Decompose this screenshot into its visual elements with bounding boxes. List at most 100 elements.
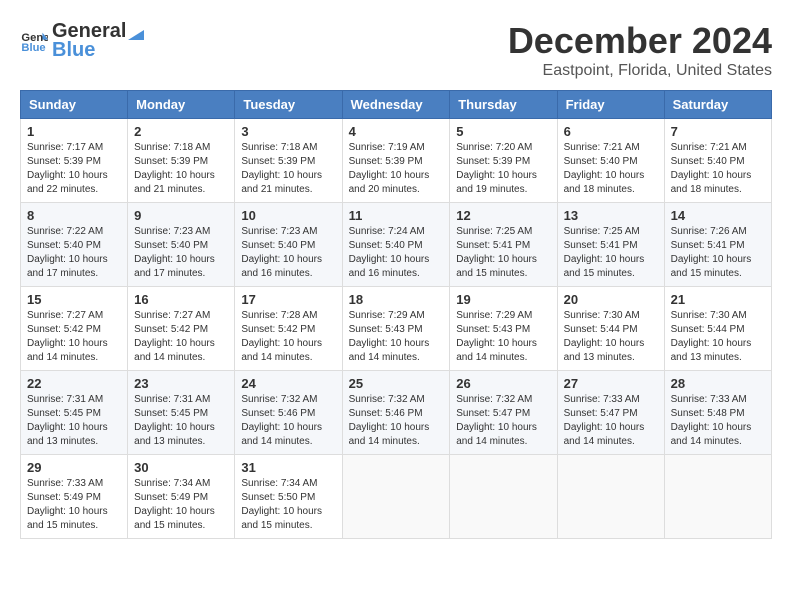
sunset-label: Sunset: 5:40 PM <box>671 156 745 167</box>
logo-triangle-icon <box>126 22 146 42</box>
calendar-cell: 1 Sunrise: 7:17 AM Sunset: 5:39 PM Dayli… <box>21 119 128 203</box>
calendar-cell: 22 Sunrise: 7:31 AM Sunset: 5:45 PM Dayl… <box>21 371 128 455</box>
sunrise-label: Sunrise: 7:23 AM <box>134 226 210 237</box>
calendar-cell: 5 Sunrise: 7:20 AM Sunset: 5:39 PM Dayli… <box>450 119 557 203</box>
daylight-label: Daylight: 10 hours and 14 minutes. <box>349 338 430 363</box>
daylight-label: Daylight: 10 hours and 14 minutes. <box>671 422 752 447</box>
sunrise-label: Sunrise: 7:29 AM <box>349 310 425 321</box>
day-info: Sunrise: 7:31 AM Sunset: 5:45 PM Dayligh… <box>134 393 228 449</box>
sunset-label: Sunset: 5:41 PM <box>564 240 638 251</box>
sunrise-label: Sunrise: 7:27 AM <box>134 310 210 321</box>
day-info: Sunrise: 7:25 AM Sunset: 5:41 PM Dayligh… <box>456 225 550 281</box>
sunset-label: Sunset: 5:45 PM <box>27 408 101 419</box>
day-info: Sunrise: 7:19 AM Sunset: 5:39 PM Dayligh… <box>349 141 444 197</box>
sunrise-label: Sunrise: 7:33 AM <box>27 478 103 489</box>
day-info: Sunrise: 7:34 AM Sunset: 5:50 PM Dayligh… <box>241 477 335 533</box>
sunset-label: Sunset: 5:45 PM <box>134 408 208 419</box>
calendar-cell: 17 Sunrise: 7:28 AM Sunset: 5:42 PM Dayl… <box>235 287 342 371</box>
sunrise-label: Sunrise: 7:25 AM <box>456 226 532 237</box>
sunrise-label: Sunrise: 7:31 AM <box>134 394 210 405</box>
day-info: Sunrise: 7:34 AM Sunset: 5:49 PM Dayligh… <box>134 477 228 533</box>
day-info: Sunrise: 7:32 AM Sunset: 5:46 PM Dayligh… <box>349 393 444 449</box>
sunset-label: Sunset: 5:42 PM <box>27 324 101 335</box>
calendar-cell: 15 Sunrise: 7:27 AM Sunset: 5:42 PM Dayl… <box>21 287 128 371</box>
daylight-label: Daylight: 10 hours and 14 minutes. <box>456 422 537 447</box>
sunset-label: Sunset: 5:41 PM <box>456 240 530 251</box>
daylight-label: Daylight: 10 hours and 14 minutes. <box>456 338 537 363</box>
calendar-cell: 2 Sunrise: 7:18 AM Sunset: 5:39 PM Dayli… <box>128 119 235 203</box>
day-number: 2 <box>134 124 228 139</box>
calendar-cell <box>450 455 557 539</box>
sunrise-label: Sunrise: 7:20 AM <box>456 142 532 153</box>
calendar-cell: 20 Sunrise: 7:30 AM Sunset: 5:44 PM Dayl… <box>557 287 664 371</box>
day-number: 8 <box>27 208 121 223</box>
weekday-header-monday: Monday <box>128 91 235 119</box>
calendar-cell: 8 Sunrise: 7:22 AM Sunset: 5:40 PM Dayli… <box>21 203 128 287</box>
daylight-label: Daylight: 10 hours and 14 minutes. <box>241 422 322 447</box>
calendar-cell: 13 Sunrise: 7:25 AM Sunset: 5:41 PM Dayl… <box>557 203 664 287</box>
daylight-label: Daylight: 10 hours and 19 minutes. <box>456 170 537 195</box>
day-info: Sunrise: 7:33 AM Sunset: 5:47 PM Dayligh… <box>564 393 658 449</box>
day-number: 28 <box>671 376 765 391</box>
sunset-label: Sunset: 5:42 PM <box>134 324 208 335</box>
calendar-cell: 21 Sunrise: 7:30 AM Sunset: 5:44 PM Dayl… <box>664 287 771 371</box>
day-number: 27 <box>564 376 658 391</box>
day-number: 23 <box>134 376 228 391</box>
calendar-cell: 23 Sunrise: 7:31 AM Sunset: 5:45 PM Dayl… <box>128 371 235 455</box>
day-number: 29 <box>27 460 121 475</box>
sunrise-label: Sunrise: 7:32 AM <box>349 394 425 405</box>
sunset-label: Sunset: 5:39 PM <box>456 156 530 167</box>
day-number: 21 <box>671 292 765 307</box>
day-number: 30 <box>134 460 228 475</box>
sunrise-label: Sunrise: 7:30 AM <box>564 310 640 321</box>
calendar-cell: 26 Sunrise: 7:32 AM Sunset: 5:47 PM Dayl… <box>450 371 557 455</box>
day-number: 26 <box>456 376 550 391</box>
day-number: 5 <box>456 124 550 139</box>
day-info: Sunrise: 7:32 AM Sunset: 5:46 PM Dayligh… <box>241 393 335 449</box>
sunrise-label: Sunrise: 7:25 AM <box>564 226 640 237</box>
sunset-label: Sunset: 5:47 PM <box>456 408 530 419</box>
daylight-label: Daylight: 10 hours and 15 minutes. <box>456 254 537 279</box>
daylight-label: Daylight: 10 hours and 17 minutes. <box>134 254 215 279</box>
day-number: 18 <box>349 292 444 307</box>
day-number: 20 <box>564 292 658 307</box>
sunset-label: Sunset: 5:46 PM <box>241 408 315 419</box>
sunrise-label: Sunrise: 7:24 AM <box>349 226 425 237</box>
daylight-label: Daylight: 10 hours and 16 minutes. <box>241 254 322 279</box>
sunrise-label: Sunrise: 7:29 AM <box>456 310 532 321</box>
logo-icon: General Blue <box>20 27 48 55</box>
sunrise-label: Sunrise: 7:33 AM <box>671 394 747 405</box>
sunset-label: Sunset: 5:44 PM <box>671 324 745 335</box>
week-row-4: 22 Sunrise: 7:31 AM Sunset: 5:45 PM Dayl… <box>21 371 772 455</box>
week-row-5: 29 Sunrise: 7:33 AM Sunset: 5:49 PM Dayl… <box>21 455 772 539</box>
day-info: Sunrise: 7:27 AM Sunset: 5:42 PM Dayligh… <box>27 309 121 365</box>
week-row-1: 1 Sunrise: 7:17 AM Sunset: 5:39 PM Dayli… <box>21 119 772 203</box>
day-number: 31 <box>241 460 335 475</box>
sunset-label: Sunset: 5:44 PM <box>564 324 638 335</box>
sunset-label: Sunset: 5:40 PM <box>241 240 315 251</box>
day-number: 6 <box>564 124 658 139</box>
sunset-label: Sunset: 5:39 PM <box>134 156 208 167</box>
day-number: 24 <box>241 376 335 391</box>
day-number: 22 <box>27 376 121 391</box>
sunset-label: Sunset: 5:40 PM <box>134 240 208 251</box>
sunset-label: Sunset: 5:47 PM <box>564 408 638 419</box>
day-info: Sunrise: 7:27 AM Sunset: 5:42 PM Dayligh… <box>134 309 228 365</box>
daylight-label: Daylight: 10 hours and 13 minutes. <box>564 338 645 363</box>
day-number: 17 <box>241 292 335 307</box>
week-row-3: 15 Sunrise: 7:27 AM Sunset: 5:42 PM Dayl… <box>21 287 772 371</box>
daylight-label: Daylight: 10 hours and 13 minutes. <box>27 422 108 447</box>
calendar-cell: 12 Sunrise: 7:25 AM Sunset: 5:41 PM Dayl… <box>450 203 557 287</box>
day-number: 15 <box>27 292 121 307</box>
title-area: December 2024 Eastpoint, Florida, United… <box>508 20 772 80</box>
calendar-cell: 31 Sunrise: 7:34 AM Sunset: 5:50 PM Dayl… <box>235 455 342 539</box>
day-number: 12 <box>456 208 550 223</box>
calendar-cell <box>664 455 771 539</box>
sunset-label: Sunset: 5:43 PM <box>349 324 423 335</box>
daylight-label: Daylight: 10 hours and 21 minutes. <box>241 170 322 195</box>
day-number: 7 <box>671 124 765 139</box>
sunset-label: Sunset: 5:40 PM <box>27 240 101 251</box>
daylight-label: Daylight: 10 hours and 14 minutes. <box>27 338 108 363</box>
calendar-cell: 7 Sunrise: 7:21 AM Sunset: 5:40 PM Dayli… <box>664 119 771 203</box>
weekday-header-friday: Friday <box>557 91 664 119</box>
